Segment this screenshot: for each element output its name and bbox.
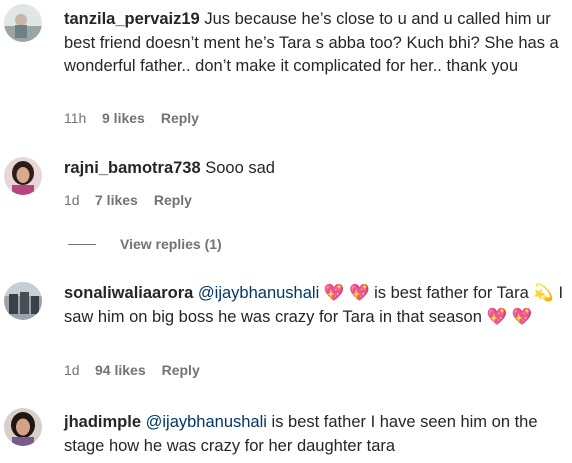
comment-body: Sooo sad [200,159,275,177]
view-replies-label: View replies (1) [120,236,222,252]
likes-count[interactable]: 9 likes [102,110,145,126]
avatar[interactable] [4,4,42,42]
comment-username[interactable]: rajni_bamotra738 [64,159,201,177]
comment-username[interactable]: tanzila_pervaiz19 [64,10,200,28]
comment-meta: 1d 94 likes Reply [64,362,200,378]
comment-timestamp: 1d [64,192,80,208]
avatar[interactable] [4,157,42,195]
likes-count[interactable]: 94 likes [95,362,146,378]
comment-text: sonaliwaliaarora @ijaybhanushali 💖 💖 is … [64,282,564,329]
user-mention-link[interactable]: @ijaybhanushali [146,413,267,431]
comment-text: rajni_bamotra738 Sooo sad [64,157,564,181]
comment-text: tanzila_pervaiz19 Jus because he’s close… [64,8,564,79]
comment-meta: 1d 7 likes Reply [64,192,192,208]
reply-button[interactable]: Reply [161,110,199,126]
comment-text: jhadimple @ijaybhanushali is best father… [64,411,564,458]
avatar[interactable] [4,282,42,320]
comment-timestamp: 11h [64,110,87,126]
likes-count[interactable]: 7 likes [95,192,138,208]
avatar[interactable] [4,408,42,446]
comment-timestamp: 1d [64,362,80,378]
reply-button[interactable]: Reply [162,362,200,378]
comment-username[interactable]: sonaliwaliaarora [64,284,193,302]
comment-meta: 11h 9 likes Reply [64,110,199,126]
reply-button[interactable]: Reply [154,192,192,208]
view-replies-button[interactable]: View replies (1) [68,236,222,252]
user-mention-link[interactable]: @ijaybhanushali [198,284,319,302]
comment-username[interactable]: jhadimple [64,413,141,431]
divider-line [68,243,96,245]
